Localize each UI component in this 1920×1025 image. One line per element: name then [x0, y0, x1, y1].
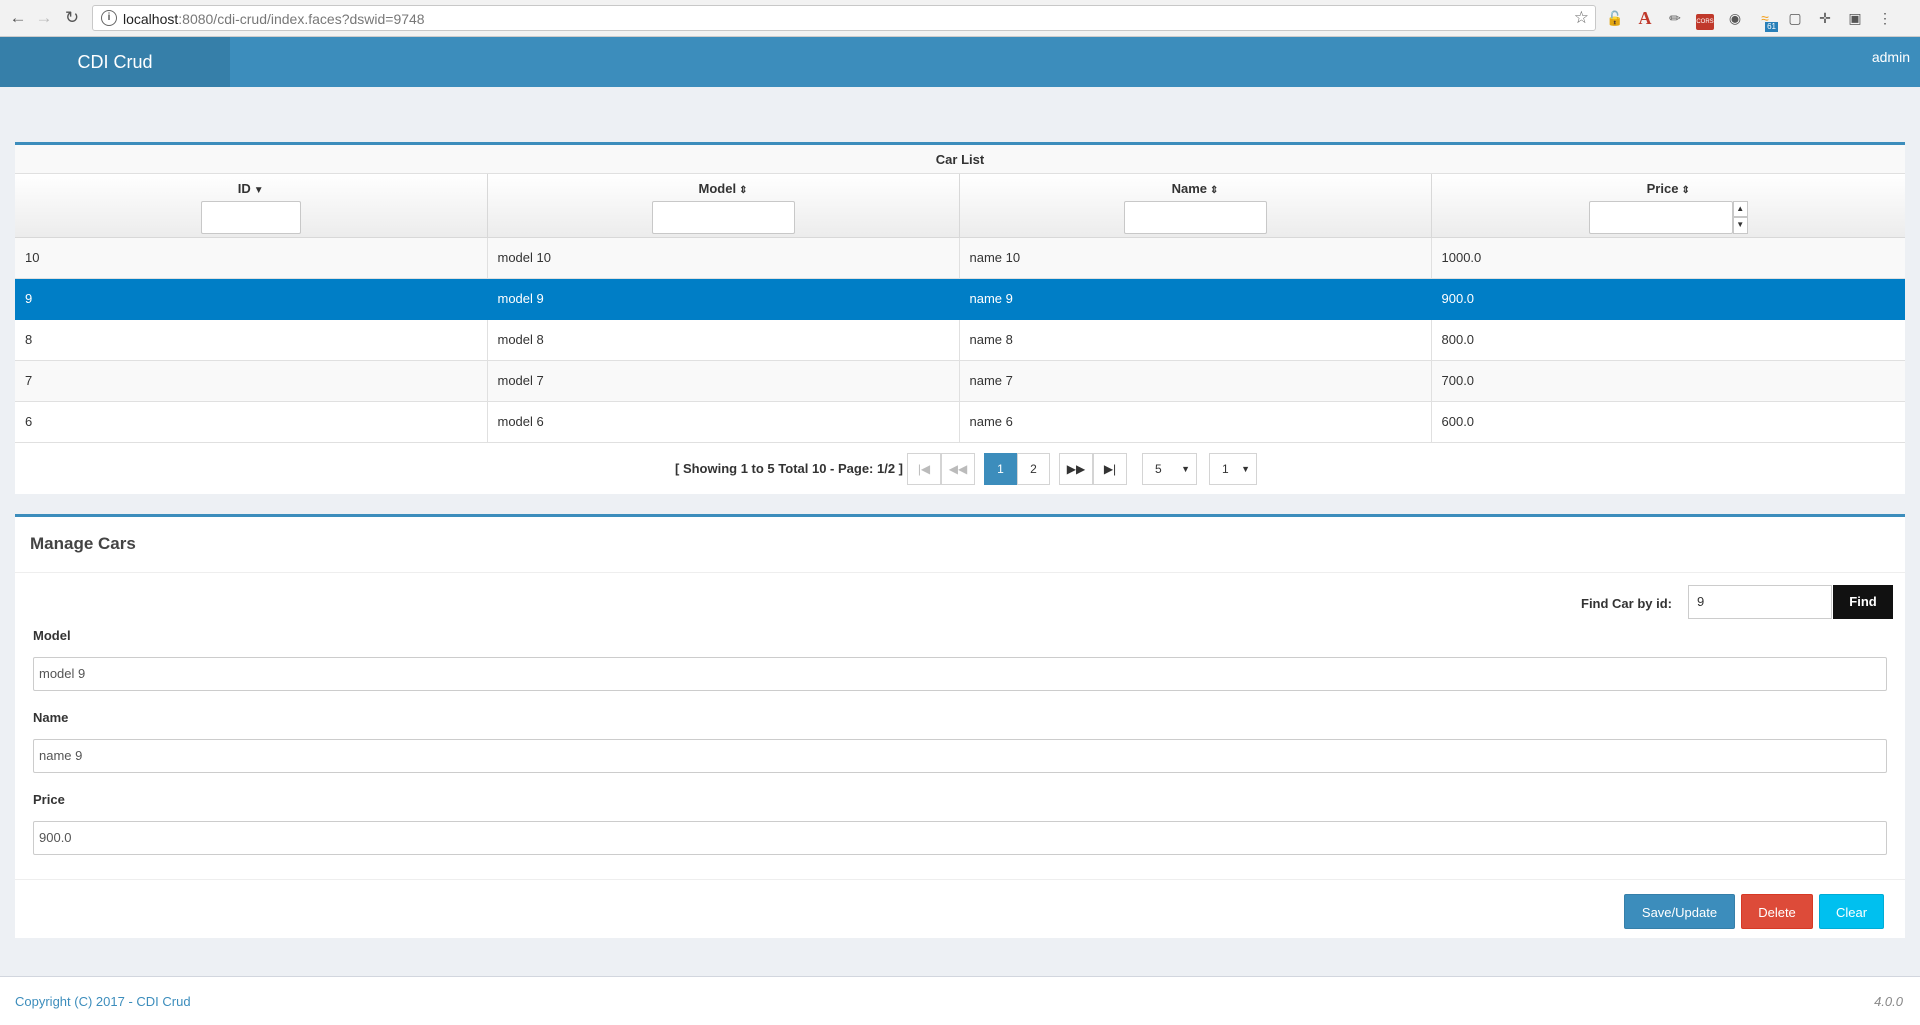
table-row[interactable]: 10 model 10 name 10 1000.0	[15, 237, 1905, 279]
manage-cars-panel: Manage Cars Find Car by id: 9 Find Model…	[15, 514, 1905, 938]
column-header-price[interactable]: Price ⇕ ▲ ▼	[1431, 174, 1905, 238]
screenshot-icon[interactable]: ▢	[1784, 7, 1806, 29]
cell-model: model 8	[487, 319, 960, 361]
column-header-model[interactable]: Model ⇕	[487, 174, 960, 238]
version-label: 4.0.0	[1874, 994, 1903, 1009]
name-filter-input[interactable]	[1123, 201, 1267, 234]
eyedropper-icon[interactable]: ✏	[1664, 7, 1686, 29]
price-filter-input[interactable]	[1588, 201, 1733, 234]
cell-price: 600.0	[1431, 401, 1905, 443]
car-table: ID ▼ Model ⇕ Name ⇕ Price ⇕ ▲ ▼ 10 model…	[15, 174, 1905, 443]
delete-button[interactable]: Delete	[1741, 894, 1813, 929]
find-car-id-input[interactable]: 9	[1688, 585, 1832, 619]
sort-desc-icon: ▼	[253, 185, 264, 196]
cell-price: 800.0	[1431, 319, 1905, 361]
name-label: Name	[33, 710, 69, 725]
sort-icon: ⇕	[1681, 185, 1690, 196]
table-row[interactable]: 8 model 8 name 8 800.0	[15, 319, 1905, 361]
cell-id: 10	[15, 237, 488, 279]
jump-to-page-select[interactable]: 1 ▼	[1209, 452, 1257, 485]
font-a-icon[interactable]: A	[1634, 7, 1656, 29]
cell-name: name 8	[959, 319, 1432, 361]
spinner-up-icon[interactable]: ▲	[1732, 201, 1748, 217]
clear-button[interactable]: Clear	[1819, 894, 1884, 929]
find-car-label: Find Car by id:	[1581, 596, 1672, 611]
next-page-icon[interactable]: ▶▶	[1059, 452, 1093, 485]
divider	[15, 879, 1905, 880]
chevron-down-icon: ▼	[1241, 463, 1250, 474]
sort-icon: ⇕	[1210, 185, 1219, 196]
cell-model: model 7	[487, 360, 960, 402]
paginator: [ Showing 1 to 5 Total 10 - Page: 1/2 ] …	[15, 443, 1905, 493]
prev-page-icon[interactable]: ◀◀	[941, 452, 975, 485]
find-button[interactable]: Find	[1833, 585, 1893, 619]
url-text: localhost:8080/cdi-crud/index.faces?dswi…	[123, 11, 425, 27]
table-row-selected[interactable]: 9 model 9 name 9 900.0	[15, 278, 1905, 320]
browser-toolbar: ← → ↻ i localhost:8080/cdi-crud/index.fa…	[0, 0, 1920, 37]
page-footer: Copyright (C) 2017 - CDI Crud 4.0.0	[0, 976, 1920, 1025]
rows-per-page-select[interactable]: 5 ▼	[1142, 452, 1197, 485]
chevron-down-icon: ▼	[1181, 463, 1190, 474]
cell-model: model 9	[487, 278, 960, 320]
forward-icon[interactable]: →	[34, 8, 54, 28]
page-2-button[interactable]: 2	[1017, 452, 1050, 485]
column-header-id[interactable]: ID ▼	[15, 174, 488, 238]
first-page-icon[interactable]: |◀	[907, 452, 941, 485]
menu-kebab-icon[interactable]: ⋮	[1874, 7, 1896, 29]
manage-cars-title: Manage Cars	[15, 517, 1905, 573]
rss-icon[interactable]: ≈61	[1754, 7, 1778, 32]
cell-model: model 10	[487, 237, 960, 279]
cell-price: 700.0	[1431, 360, 1905, 402]
model-input[interactable]: model 9	[33, 657, 1887, 691]
car-list-caption: Car List	[15, 145, 1905, 174]
cell-model: model 6	[487, 401, 960, 443]
save-update-button[interactable]: Save/Update	[1624, 894, 1735, 929]
price-filter-spinner: ▲ ▼	[1588, 201, 1748, 234]
last-page-icon[interactable]: ▶|	[1093, 452, 1127, 485]
bookmark-star-icon[interactable]: ☆	[1574, 8, 1589, 28]
name-input[interactable]: name 9	[33, 739, 1887, 773]
camera-icon[interactable]: ◉	[1724, 7, 1746, 29]
cell-price: 900.0	[1431, 278, 1905, 320]
info-icon[interactable]: i	[101, 10, 117, 26]
sort-icon: ⇕	[739, 185, 748, 196]
cell-id: 7	[15, 360, 488, 402]
cell-name: name 6	[959, 401, 1432, 443]
table-row[interactable]: 6 model 6 name 6 600.0	[15, 401, 1905, 443]
price-label: Price	[33, 792, 65, 807]
app-header: CDI Crud admin	[0, 37, 1920, 87]
cell-id: 8	[15, 319, 488, 361]
model-filter-input[interactable]	[651, 201, 795, 234]
model-label: Model	[33, 628, 71, 643]
price-input[interactable]: 900.0	[33, 821, 1887, 855]
reload-icon[interactable]: ↻	[62, 8, 82, 28]
user-menu[interactable]: admin	[1872, 49, 1910, 65]
brand-logo[interactable]: CDI Crud	[0, 37, 230, 87]
extension-icons: 🔓 A ✏ CORS ◉ ≈61 ▢ ✛ ▣ ⋮	[1604, 7, 1896, 32]
spinner-down-icon[interactable]: ▼	[1732, 217, 1748, 234]
back-icon[interactable]: ←	[8, 8, 28, 28]
cors-icon[interactable]: CORS	[1694, 7, 1716, 30]
address-bar[interactable]: i localhost:8080/cdi-crud/index.faces?ds…	[92, 5, 1596, 31]
cell-name: name 7	[959, 360, 1432, 402]
column-header-name[interactable]: Name ⇕	[959, 174, 1432, 238]
car-list-panel: Car List ID ▼ Model ⇕ Name ⇕ Price ⇕ ▲ ▼…	[15, 142, 1905, 494]
copyright-link[interactable]: Copyright (C) 2017 - CDI Crud	[15, 994, 191, 1009]
table-row[interactable]: 7 model 7 name 7 700.0	[15, 360, 1905, 402]
move-icon[interactable]: ✛	[1814, 7, 1836, 29]
shield-icon[interactable]: ▣	[1844, 7, 1866, 29]
cell-price: 1000.0	[1431, 237, 1905, 279]
id-filter-input[interactable]	[200, 201, 301, 234]
unlock-icon[interactable]: 🔓	[1604, 7, 1626, 29]
cell-name: name 9	[959, 278, 1432, 320]
cell-id: 6	[15, 401, 488, 443]
page-1-button[interactable]: 1	[984, 452, 1017, 485]
cell-id: 9	[15, 278, 488, 320]
pager-info: [ Showing 1 to 5 Total 10 - Page: 1/2 ]	[675, 460, 904, 476]
cell-name: name 10	[959, 237, 1432, 279]
